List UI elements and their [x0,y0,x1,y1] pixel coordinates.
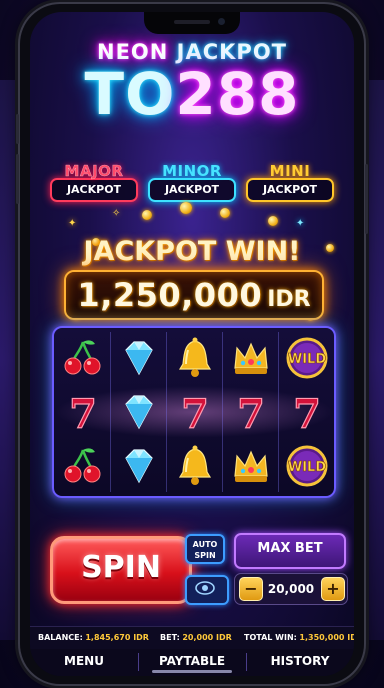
seven-icon: 7 [180,390,209,438]
slot-reels: WILD 7 7 7 7 WILD [52,326,336,498]
game-title-main: TO288 [30,62,354,126]
nav-history[interactable]: HISTORY [246,649,354,676]
sparkle-icon: ✦ [68,218,77,229]
bet-status-label: BET: [160,633,180,642]
phone-side-button [16,154,19,204]
win-title: JACKPOT WIN! [83,236,301,267]
title-main-number: 288 [175,60,300,128]
tier-mini: MINI JACKPOT [246,164,334,202]
bet-decrease-button[interactable]: − [239,577,263,601]
tier-major-label: JACKPOT [50,178,138,202]
bet-status: BET: 20,000 IDR [160,627,232,649]
bet-stepper: − 20,000 + [234,573,348,605]
max-bet-button[interactable]: MAX BET [234,533,346,569]
bell-icon [178,337,212,377]
bet-amount: 20,000 [267,582,315,596]
coin-decoration [142,210,152,220]
bet-increase-button[interactable]: + [321,577,345,601]
reel-symbol-seven: 7 [224,386,278,438]
win-amount: 1,250,000 [77,276,263,314]
tier-minor: MINOR JACKPOT [148,164,236,202]
reel-divider [278,332,279,492]
crown-icon [234,450,268,482]
total-win-status: TOTAL WIN: 1,350,000 IDR [244,627,354,649]
seven-icon: 7 [236,390,265,438]
svg-text:7: 7 [293,391,321,438]
svg-text:7: 7 [69,391,97,438]
sparkle-icon: ✦ [296,218,305,229]
phone-side-button [365,164,368,234]
phone-notch [144,12,240,34]
tier-mini-label: JACKPOT [246,178,334,202]
auto-spin-button[interactable]: AUTO SPIN [185,534,225,564]
camera-dot [218,18,225,25]
reel-symbol-crown [224,332,278,384]
win-amount-panel: 1,250,000 IDR [64,270,324,320]
coin-decoration [180,202,192,214]
reel-symbol-seven: 7 [280,386,334,438]
svg-text:7: 7 [181,391,209,438]
reel-symbol-cherry [56,332,110,384]
bell-icon [178,445,212,485]
balance-value: 1,845,670 IDR [85,633,149,642]
nav-menu[interactable]: MENU [30,649,138,676]
svg-text:WILD: WILD [288,352,326,367]
coin-decoration [220,208,230,218]
coin-decoration [268,216,278,226]
reel-divider [222,332,223,492]
reel-symbol-diamond [112,386,166,438]
wild-icon: WILD [286,445,328,487]
tier-minor-label: JACKPOT [148,178,236,202]
reel-symbol-seven: 7 [168,386,222,438]
wild-icon: WILD [286,337,328,379]
spin-button[interactable]: SPIN [50,536,192,604]
svg-text:WILD: WILD [288,460,326,475]
reel-divider [110,332,111,492]
reel-symbol-wild: WILD [280,440,334,492]
reel-symbol-diamond [112,332,166,384]
balance-label: BALANCE: [38,633,83,642]
reel-symbol-bell [168,332,222,384]
svg-text:7: 7 [237,391,265,438]
home-indicator [152,670,232,673]
crown-icon [234,342,268,374]
eye-icon [195,581,215,595]
cherry-icon [64,340,101,375]
total-win-label: TOTAL WIN: [244,633,297,642]
seven-icon: 7 [292,390,321,438]
reel-symbol-bell [168,440,222,492]
reel-divider [166,332,167,492]
title-main-to: TO [84,60,176,128]
reel-symbol-seven: 7 [56,386,110,438]
diamond-icon [125,341,153,376]
phone-side-button [16,114,19,144]
reel-symbol-cherry [56,440,110,492]
reel-symbol-crown [224,440,278,492]
balance-status: BALANCE: 1,845,670 IDR [38,627,149,649]
diamond-icon [125,395,153,430]
seven-icon: 7 [68,390,97,438]
auto-spin-label-line1: AUTO [192,540,218,549]
cherry-icon [64,448,101,483]
total-win-value: 1,350,000 IDR [299,633,354,642]
auto-spin-label-line2: SPIN [194,551,216,560]
sparkle-icon: ✧ [112,208,121,219]
reel-symbol-wild: WILD [280,332,334,384]
diamond-icon [125,449,153,484]
status-bar: BALANCE: 1,845,670 IDR BET: 20,000 IDR T… [30,626,354,650]
bet-status-value: 20,000 IDR [182,633,232,642]
win-currency: IDR [267,287,311,312]
view-toggle-button[interactable] [185,575,229,605]
game-screen: NEON JACKPOT TO288 MAJOR JACKPOT MINOR J… [30,12,354,676]
speaker-grille [174,20,210,24]
tier-major: MAJOR JACKPOT [50,163,138,202]
reel-symbol-diamond [112,440,166,492]
